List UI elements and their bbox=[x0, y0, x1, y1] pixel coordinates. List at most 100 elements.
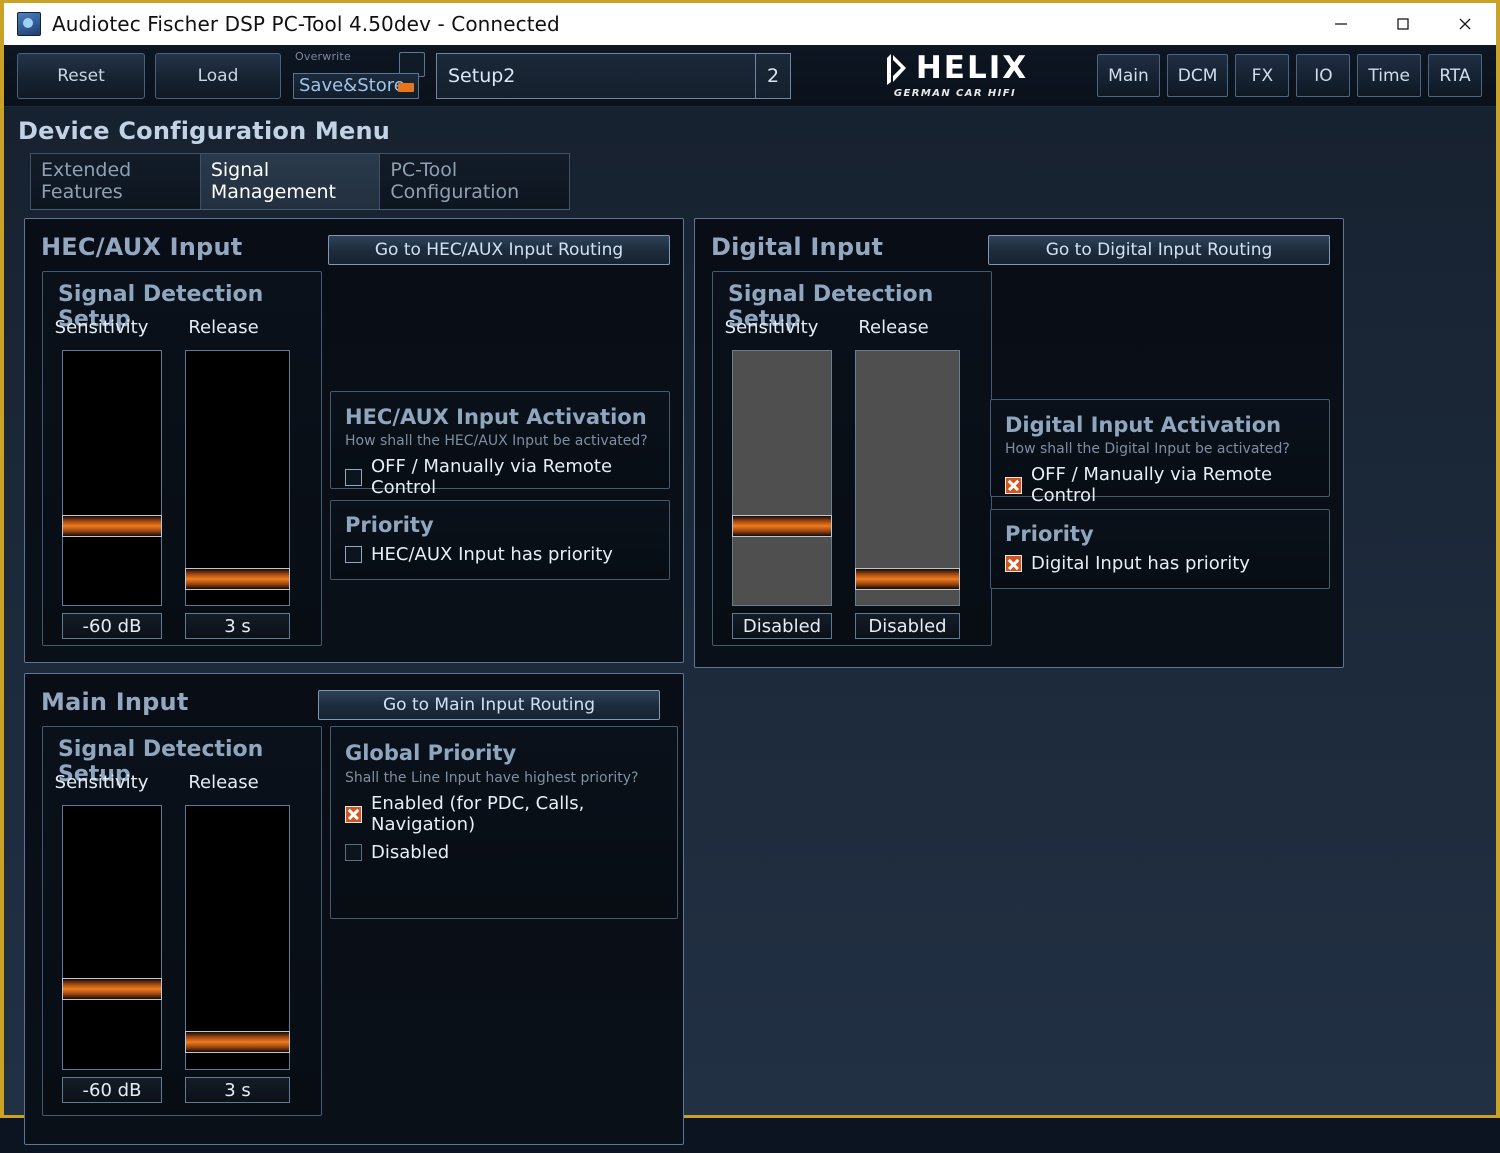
hec-aux-priority-group: Priority HEC/AUX Input has priority bbox=[330, 500, 670, 580]
tab-pc-tool-configuration[interactable]: PC-Tool Configuration bbox=[380, 153, 570, 209]
hec-aux-panel-title: HEC/AUX Input bbox=[41, 233, 243, 261]
digital-sensitivity-label: Sensitivity bbox=[724, 317, 819, 338]
digital-priority-group: Priority Digital Input has priority bbox=[990, 509, 1330, 589]
main-input-release-label: Release bbox=[188, 772, 259, 793]
main-input-global-priority-group: Global Priority Shall the Line Input hav… bbox=[330, 726, 678, 919]
hec-aux-activation-off-checkbox[interactable] bbox=[345, 468, 362, 486]
hec-aux-activation-question: How shall the HEC/AUX Input be activated… bbox=[345, 433, 648, 449]
page-header: Device Configuration Menu Extended Featu… bbox=[4, 107, 1496, 210]
close-button[interactable] bbox=[1434, 2, 1496, 47]
load-button[interactable]: Load bbox=[155, 52, 281, 99]
main-input-priority-enabled-row[interactable]: Enabled (for PDC, Calls, Navigation) bbox=[345, 793, 663, 835]
setup-field[interactable]: Setup2 2 bbox=[436, 52, 791, 99]
setup-name-input[interactable]: Setup2 bbox=[437, 54, 755, 98]
app-icon bbox=[17, 12, 41, 36]
hec-aux-signal-detection-setup: Signal Detection Setup Sensitivity Relea… bbox=[42, 271, 322, 646]
hec-aux-release-label: Release bbox=[188, 317, 259, 338]
hec-aux-priority-checkbox[interactable] bbox=[345, 546, 362, 563]
main-input-sensitivity-value[interactable]: -60 dB bbox=[62, 1077, 162, 1103]
setup-number: 2 bbox=[755, 53, 790, 98]
digital-priority-title: Priority bbox=[1005, 522, 1094, 546]
helix-logo: HELIX GERMAN CAR HIFI bbox=[846, 51, 1064, 101]
digital-activation-group: Digital Input Activation How shall the D… bbox=[990, 399, 1330, 555]
save-indicator-icon bbox=[398, 82, 414, 92]
main-input-priority-enabled-checkbox[interactable] bbox=[345, 805, 362, 823]
main-input-global-priority-question: Shall the Line Input have highest priori… bbox=[345, 770, 639, 786]
main-input-signal-detection-setup: Signal Detection Setup Sensitivity Relea… bbox=[42, 726, 322, 1116]
digital-activation-off-row[interactable]: OFF / Manually via Remote Control bbox=[1005, 464, 1315, 506]
main-toolbar: Reset Load Overwrite Save&Store Setup2 2 bbox=[4, 45, 1496, 107]
tab-bar: Extended Features Signal Management PC-T… bbox=[30, 153, 570, 210]
digital-release-label: Release bbox=[858, 317, 929, 338]
go-to-hec-aux-input-routing-button[interactable]: Go to HEC/AUX Input Routing bbox=[328, 235, 670, 265]
hec-aux-priority-row[interactable]: HEC/AUX Input has priority bbox=[345, 544, 655, 565]
main-input-release-slider[interactable] bbox=[185, 805, 290, 1070]
digital-sensitivity-value: Disabled bbox=[732, 613, 832, 639]
nav-button-main[interactable]: Main bbox=[1097, 54, 1160, 97]
hec-aux-activation-off-label: OFF / Manually via Remote Control bbox=[371, 456, 613, 498]
main-input-priority-disabled-row[interactable]: Disabled bbox=[345, 842, 663, 863]
digital-panel-title: Digital Input bbox=[711, 233, 884, 261]
tab-signal-management[interactable]: Signal Management bbox=[200, 153, 381, 209]
window-title: Audiotec Fischer DSP PC-Tool 4.50dev - C… bbox=[52, 12, 560, 36]
hec-aux-release-slider[interactable] bbox=[185, 350, 290, 606]
nav-button-dcm[interactable]: DCM bbox=[1166, 54, 1229, 97]
digital-sensitivity-slider-thumb bbox=[732, 515, 832, 537]
digital-release-value: Disabled bbox=[855, 613, 960, 639]
main-input-priority-disabled-checkbox[interactable] bbox=[345, 844, 362, 861]
hec-aux-release-slider-thumb[interactable] bbox=[185, 568, 290, 590]
panel-hec-aux-input: HEC/AUX Input Go to HEC/AUX Input Routin… bbox=[24, 218, 684, 663]
main-input-release-value[interactable]: 3 s bbox=[185, 1077, 290, 1103]
main-input-sensitivity-slider-thumb[interactable] bbox=[62, 978, 162, 1000]
panel-main-input: Main Input Go to Main Input Routing Sign… bbox=[24, 673, 684, 1145]
digital-priority-checkbox[interactable] bbox=[1005, 555, 1022, 572]
main-input-global-priority-title: Global Priority bbox=[345, 741, 517, 765]
hec-aux-sensitivity-slider-thumb[interactable] bbox=[62, 515, 162, 537]
save-store-label: Save&Store bbox=[299, 75, 405, 96]
helix-mark-icon bbox=[882, 52, 910, 86]
go-to-digital-input-routing-button[interactable]: Go to Digital Input Routing bbox=[988, 235, 1330, 265]
go-to-main-input-routing-button[interactable]: Go to Main Input Routing bbox=[318, 690, 660, 720]
content-area: HEC/AUX Input Go to HEC/AUX Input Routin… bbox=[16, 218, 1486, 1153]
window-controls bbox=[1310, 2, 1496, 47]
hec-aux-priority-label: HEC/AUX Input has priority bbox=[371, 544, 613, 565]
digital-activation-question: How shall the Digital Input be activated… bbox=[1005, 441, 1290, 457]
hec-aux-release-value[interactable]: 3 s bbox=[185, 613, 290, 639]
digital-priority-row[interactable]: Digital Input has priority bbox=[1005, 553, 1315, 574]
main-input-priority-enabled-label: Enabled (for PDC, Calls, Navigation) bbox=[371, 793, 585, 835]
application-window: Audiotec Fischer DSP PC-Tool 4.50dev - C… bbox=[0, 0, 1500, 1145]
nav-button-time[interactable]: Time bbox=[1357, 54, 1421, 97]
maximize-button[interactable] bbox=[1372, 2, 1434, 47]
reset-button[interactable]: Reset bbox=[17, 52, 145, 99]
panel-digital-input: Digital Input Go to Digital Input Routin… bbox=[694, 218, 1344, 668]
main-input-sensitivity-slider[interactable] bbox=[62, 805, 162, 1070]
overwrite-label: Overwrite bbox=[295, 49, 351, 63]
hec-aux-sensitivity-value[interactable]: -60 dB bbox=[62, 613, 162, 639]
save-store-button[interactable]: Save&Store bbox=[293, 72, 419, 99]
hec-aux-sensitivity-label: Sensitivity bbox=[54, 317, 149, 338]
digital-activation-off-label: OFF / Manually via Remote Control bbox=[1031, 464, 1273, 506]
digital-release-slider bbox=[855, 350, 960, 606]
digital-activation-off-checkbox[interactable] bbox=[1005, 476, 1022, 494]
hec-aux-activation-group: HEC/AUX Input Activation How shall the H… bbox=[330, 391, 670, 547]
nav-button-fx[interactable]: FX bbox=[1235, 54, 1290, 97]
tab-extended-features[interactable]: Extended Features bbox=[30, 153, 201, 209]
save-store-group: Overwrite Save&Store bbox=[289, 49, 427, 100]
digital-sensitivity-slider bbox=[732, 350, 832, 606]
main-input-release-slider-thumb[interactable] bbox=[185, 1031, 290, 1053]
page-title: Device Configuration Menu bbox=[18, 117, 391, 145]
nav-button-io[interactable]: IO bbox=[1296, 54, 1351, 97]
digital-signal-detection-setup: Signal Detection Setup Sensitivity Relea… bbox=[712, 271, 992, 646]
nav-button-group: Main DCM FX IO Time RTA bbox=[1097, 54, 1486, 97]
hec-aux-activation-off-row[interactable]: OFF / Manually via Remote Control bbox=[345, 456, 655, 498]
digital-release-slider-thumb bbox=[855, 568, 960, 590]
helix-wordmark: HELIX bbox=[915, 50, 1029, 87]
title-bar: Audiotec Fischer DSP PC-Tool 4.50dev - C… bbox=[4, 0, 1496, 45]
hec-aux-sensitivity-slider[interactable] bbox=[62, 350, 162, 606]
nav-button-rta[interactable]: RTA bbox=[1428, 54, 1482, 97]
hec-aux-activation-title: HEC/AUX Input Activation bbox=[345, 405, 647, 429]
digital-priority-label: Digital Input has priority bbox=[1031, 553, 1250, 574]
minimize-button[interactable] bbox=[1310, 2, 1372, 47]
hec-aux-priority-title: Priority bbox=[345, 513, 434, 537]
digital-activation-title: Digital Input Activation bbox=[1005, 413, 1282, 437]
